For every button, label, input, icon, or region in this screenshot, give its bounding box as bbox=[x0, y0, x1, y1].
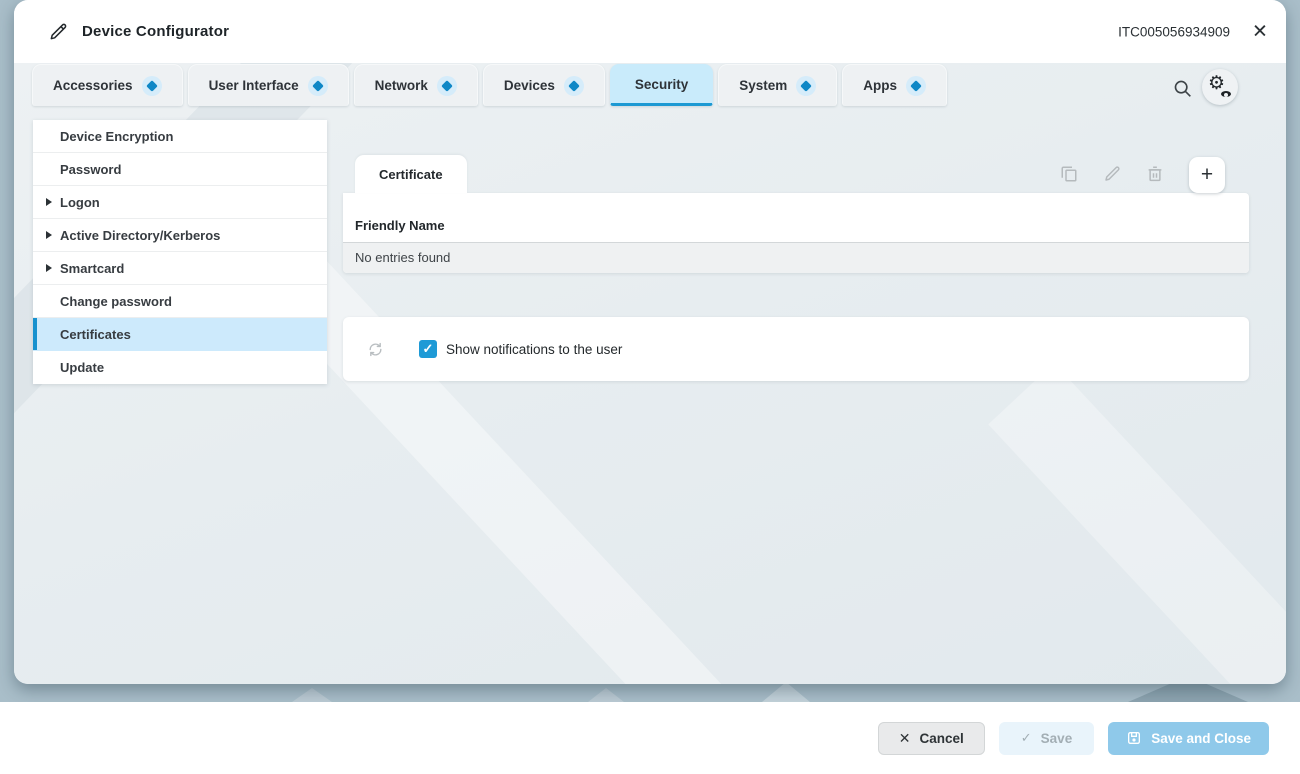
cancel-button[interactable]: ✕ Cancel bbox=[878, 722, 985, 755]
expand-caret-icon bbox=[46, 198, 52, 206]
delete-icon[interactable] bbox=[1146, 165, 1164, 183]
expand-caret-icon bbox=[46, 231, 52, 239]
save-button-label: Save bbox=[1041, 731, 1073, 746]
diamond-badge-icon bbox=[308, 76, 328, 96]
tab-label: Certificate bbox=[379, 167, 443, 182]
sidebar-item-label: Update bbox=[60, 360, 104, 375]
sidebar-item-certificates[interactable]: Certificates bbox=[33, 318, 327, 351]
sidebar-item-change-password[interactable]: Change password bbox=[33, 285, 327, 318]
view-settings-button[interactable]: ⚙ bbox=[1202, 69, 1238, 105]
certificate-toprow: Certificate + bbox=[343, 155, 1249, 193]
tab-label: Accessories bbox=[53, 78, 133, 93]
certificates-panel: Certificate + Friendly Name No entries f… bbox=[343, 155, 1249, 381]
category-tabbar: Accessories User Interface Network Devic… bbox=[32, 64, 947, 106]
diamond-badge-icon bbox=[796, 76, 816, 96]
tab-devices[interactable]: Devices bbox=[483, 64, 605, 106]
sidebar-item-label: Smartcard bbox=[60, 261, 124, 276]
tab-system[interactable]: System bbox=[718, 64, 837, 106]
floppy-disk-icon bbox=[1126, 730, 1142, 746]
diamond-badge-icon bbox=[437, 76, 457, 96]
tab-label: Devices bbox=[504, 78, 555, 93]
cancel-button-label: Cancel bbox=[919, 731, 963, 746]
column-header-friendly-name: Friendly Name bbox=[355, 218, 445, 233]
sidebar-item-device-encryption[interactable]: Device Encryption bbox=[33, 120, 327, 153]
expand-caret-icon bbox=[46, 264, 52, 272]
tab-certificate[interactable]: Certificate bbox=[355, 155, 467, 193]
sidebar-item-password[interactable]: Password bbox=[33, 153, 327, 186]
sidebar-item-active-directory-kerberos[interactable]: Active Directory/Kerberos bbox=[33, 219, 327, 252]
diamond-badge-icon bbox=[564, 76, 584, 96]
tab-label: Security bbox=[635, 77, 688, 92]
save-and-close-button[interactable]: Save and Close bbox=[1108, 722, 1269, 755]
tab-accessories[interactable]: Accessories bbox=[32, 64, 183, 106]
background-chevron bbox=[988, 363, 1286, 684]
sidebar-item-logon[interactable]: Logon bbox=[33, 186, 327, 219]
tab-label: System bbox=[739, 78, 787, 93]
action-footer: ✕ Cancel ✓ Save Save and Close bbox=[0, 702, 1300, 774]
sidebar-item-smartcard[interactable]: Smartcard bbox=[33, 252, 327, 285]
save-button[interactable]: ✓ Save bbox=[999, 722, 1094, 755]
duplicate-icon[interactable] bbox=[1060, 165, 1078, 183]
background-triangle bbox=[292, 688, 332, 702]
sidebar-item-label: Change password bbox=[60, 294, 172, 309]
window-header: Device Configurator ITC005056934909 ✕ bbox=[14, 0, 1286, 63]
background-triangle bbox=[762, 682, 810, 702]
tab-label: User Interface bbox=[209, 78, 299, 93]
notification-setting-card: Show notifications to the user bbox=[343, 317, 1249, 381]
device-configurator-window: Device Configurator ITC005056934909 ✕ Ac… bbox=[14, 0, 1286, 684]
background-triangle bbox=[588, 688, 624, 702]
table-empty-row: No entries found bbox=[343, 243, 1249, 273]
tab-apps[interactable]: Apps bbox=[842, 64, 947, 106]
sidebar-item-label: Certificates bbox=[60, 327, 131, 342]
sidebar-item-label: Logon bbox=[60, 195, 100, 210]
diamond-badge-icon bbox=[142, 76, 162, 96]
tab-label: Apps bbox=[863, 78, 897, 93]
eye-icon bbox=[1219, 89, 1233, 99]
save-check-icon: ✓ bbox=[1021, 730, 1032, 746]
reset-refresh-icon[interactable] bbox=[367, 341, 384, 358]
certificates-table: Friendly Name No entries found bbox=[343, 193, 1249, 273]
sidebar-item-label: Device Encryption bbox=[60, 129, 173, 144]
device-id-label: ITC005056934909 bbox=[1118, 24, 1230, 39]
edit-pencil-icon bbox=[48, 22, 68, 42]
tab-user-interface[interactable]: User Interface bbox=[188, 64, 349, 106]
security-sidebar: Device Encryption Password Logon Active … bbox=[33, 120, 327, 384]
tab-network[interactable]: Network bbox=[354, 64, 478, 106]
search-icon[interactable] bbox=[1172, 78, 1194, 100]
tab-security[interactable]: Security bbox=[610, 64, 713, 106]
sidebar-item-label: Active Directory/Kerberos bbox=[60, 228, 220, 243]
table-header-row: Friendly Name bbox=[343, 193, 1249, 243]
show-notifications-label: Show notifications to the user bbox=[446, 342, 622, 357]
tab-label: Network bbox=[375, 78, 428, 93]
save-and-close-button-label: Save and Close bbox=[1151, 731, 1251, 746]
add-certificate-button[interactable]: + bbox=[1189, 157, 1225, 193]
close-icon[interactable]: ✕ bbox=[1248, 22, 1272, 41]
show-notifications-checkbox[interactable] bbox=[419, 340, 437, 358]
window-title: Device Configurator bbox=[82, 23, 229, 40]
sidebar-item-label: Password bbox=[60, 162, 121, 177]
sidebar-item-update[interactable]: Update bbox=[33, 351, 327, 384]
certificate-toolbar: + bbox=[1060, 155, 1249, 193]
edit-icon[interactable] bbox=[1103, 165, 1121, 183]
diamond-badge-icon bbox=[906, 76, 926, 96]
cancel-x-icon: ✕ bbox=[899, 730, 911, 747]
